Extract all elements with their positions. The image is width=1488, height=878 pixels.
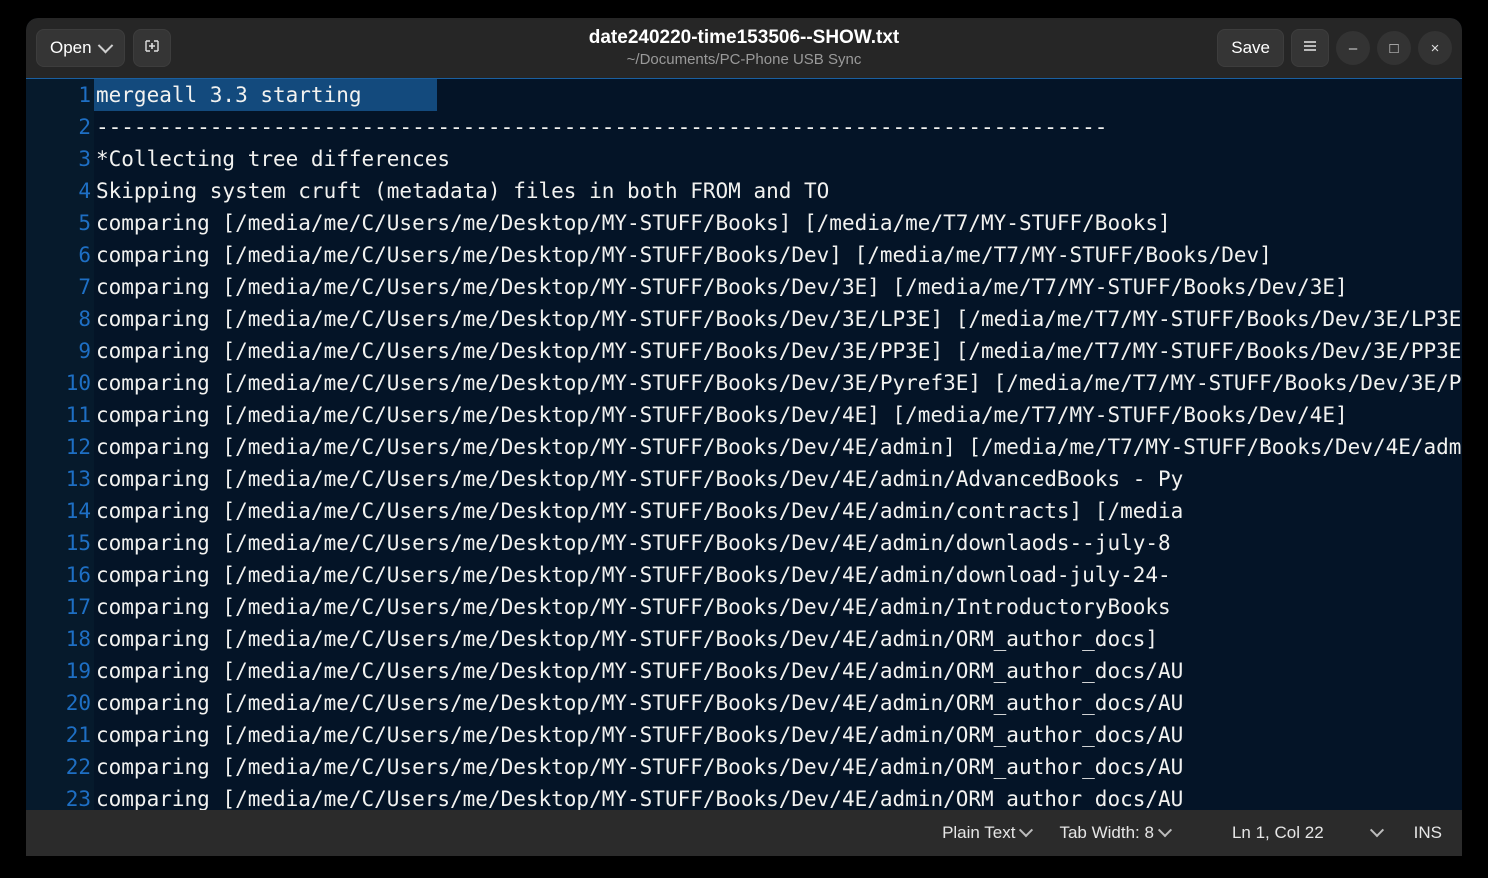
code-text-area[interactable]: mergeall 3.3 starting -------------------… [94,79,1462,810]
code-line: comparing [/media/me/C/Users/me/Desktop/… [96,723,1184,747]
minimize-icon: – [1348,39,1358,57]
line-number: 1 [78,83,91,107]
line-number: 14 [65,499,91,523]
chevron-down-icon [1369,823,1384,838]
editor-area[interactable]: 1 2 3 4 5 6 7 8 9 10 11 12 13 14 15 16 17 18 19 20 21 22 23 me… [26,78,1462,810]
line-number: 22 [65,755,91,779]
code-line: comparing [/media/me/C/Users/me/Desktop/… [96,339,1462,363]
new-tab-icon [142,36,162,61]
chevron-down-icon [1019,823,1034,838]
code-line: ----------------------------------------… [96,115,1108,139]
code-line: Skipping system cruft (metadata) files i… [96,179,830,203]
line-number: 20 [65,691,91,715]
line-number: 17 [65,595,91,619]
maximize-button[interactable]: □ [1377,31,1411,65]
line-number: 8 [78,307,91,331]
tab-width-label: Tab Width: 8 [1059,823,1154,842]
line-number: 12 [65,435,91,459]
open-button-label: Open [50,38,92,57]
line-number: 4 [78,179,91,203]
header-left-group: Open [36,29,171,67]
code-line: comparing [/media/me/C/Users/me/Desktop/… [96,659,1184,683]
new-tab-button[interactable] [132,29,171,67]
line-number: 7 [78,275,91,299]
window-subtitle-path: ~/Documents/PC-Phone USB Sync [626,50,862,68]
code-line: comparing [/media/me/C/Users/me/Desktop/… [96,787,1184,810]
line-number: 15 [65,531,91,555]
code-line: comparing [/media/me/C/Users/me/Desktop/… [96,435,1462,459]
line-number: 19 [65,659,91,683]
line-number: 3 [78,147,91,171]
window-title: date240220-time153506--SHOW.txt [588,26,900,48]
code-line: comparing [/media/me/C/Users/me/Desktop/… [96,243,1272,267]
main-menu-button[interactable] [1291,29,1329,67]
line-number: 9 [78,339,91,363]
line-number: 21 [65,723,91,747]
code-line: comparing [/media/me/C/Users/me/Desktop/… [96,467,1184,491]
code-line: mergeall 3.3 starting [96,83,362,107]
line-number: 2 [78,115,91,139]
maximize-icon: □ [1389,39,1399,57]
close-button[interactable]: × [1418,31,1452,65]
code-line: comparing [/media/me/C/Users/me/Desktop/… [96,755,1184,779]
chevron-down-icon [97,37,113,53]
code-line: comparing [/media/me/C/Users/me/Desktop/… [96,275,1348,299]
hamburger-menu-icon [1300,36,1320,61]
code-line: comparing [/media/me/C/Users/me/Desktop/… [96,371,1462,395]
save-button-label: Save [1231,38,1270,57]
line-number: 11 [65,403,91,427]
line-number: 13 [65,467,91,491]
language-label: Plain Text [942,823,1016,842]
header-bar: date240220-time153506--SHOW.txt ~/Docume… [26,18,1462,78]
insert-mode-label: INS [1413,823,1442,842]
line-number: 18 [65,627,91,651]
code-line: comparing [/media/me/C/Users/me/Desktop/… [96,403,1348,427]
cursor-position-label: Ln 1, Col 22 [1231,823,1324,842]
open-button[interactable]: Open [36,29,125,67]
line-number: 16 [65,563,91,587]
code-line: *Collecting tree differences [96,147,451,171]
line-number: 23 [65,787,91,810]
code-line: comparing [/media/me/C/Users/me/Desktop/… [96,531,1171,555]
code-line: comparing [/media/me/C/Users/me/Desktop/… [96,211,1171,235]
code-line: comparing [/media/me/C/Users/me/Desktop/… [96,307,1462,331]
tab-width-selector[interactable]: Tab Width: 8 [1045,823,1184,843]
language-selector[interactable]: Plain Text [928,823,1045,843]
line-number-gutter: 1 2 3 4 5 6 7 8 9 10 11 12 13 14 15 16 17 18 19 20 21 22 23 [26,79,94,810]
code-line: comparing [/media/me/C/Users/me/Desktop/… [96,691,1184,715]
header-right-group: Save – □ × [1217,29,1452,67]
insert-mode-indicator: INS [1396,823,1446,843]
cursor-position-selector[interactable]: Ln 1, Col 22 [1184,823,1396,843]
line-number: 5 [78,211,91,235]
close-icon: × [1430,39,1440,57]
save-button[interactable]: Save [1217,29,1284,67]
line-number: 6 [78,243,91,267]
status-bar: Plain Text Tab Width: 8 Ln 1, Col 22 INS [26,810,1462,856]
code-line: comparing [/media/me/C/Users/me/Desktop/… [96,563,1171,587]
code-line: comparing [/media/me/C/Users/me/Desktop/… [96,627,1159,651]
code-line: comparing [/media/me/C/Users/me/Desktop/… [96,499,1184,523]
chevron-down-icon [1157,823,1173,838]
minimize-button[interactable]: – [1336,31,1370,65]
code-line: comparing [/media/me/C/Users/me/Desktop/… [96,595,1171,619]
line-number: 10 [65,371,91,395]
text-editor-window: date240220-time153506--SHOW.txt ~/Docume… [26,18,1462,856]
